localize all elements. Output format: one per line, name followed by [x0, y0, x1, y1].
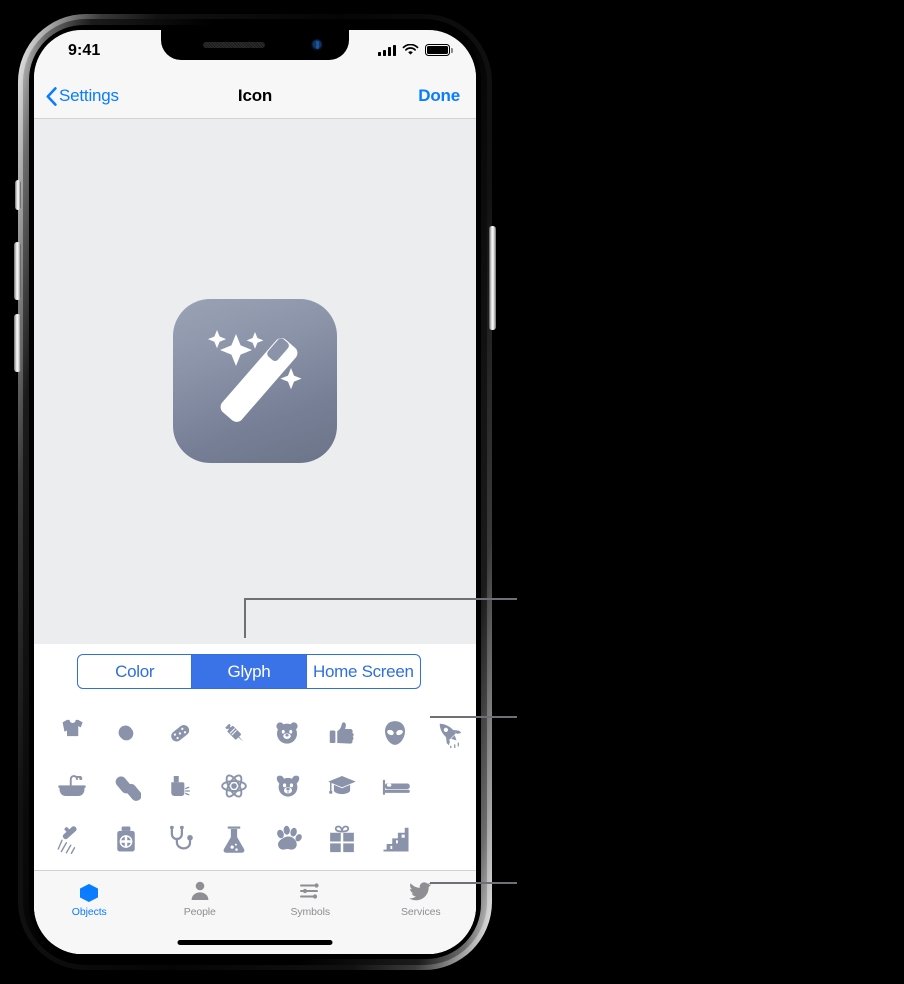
- stethoscope-glyph-shape: [170, 825, 193, 850]
- person-icon: [191, 881, 209, 900]
- bathtub-glyph[interactable]: [45, 759, 99, 812]
- gift-glyph-shape: [330, 825, 354, 852]
- icon-mode-segmented-control[interactable]: Color Glyph Home Screen: [77, 654, 421, 689]
- cube-icon: [80, 884, 99, 902]
- tab-objects[interactable]: Objects: [34, 879, 145, 954]
- capsule-pill-glyph-shape: [118, 725, 134, 740]
- shower-glyph[interactable]: [45, 812, 99, 865]
- thumbs-up-glyph-shape: [330, 721, 354, 744]
- tab-label: Objects: [71, 906, 107, 918]
- stairs-glyph-shape: [383, 827, 409, 851]
- inhaler-glyph[interactable]: [153, 759, 207, 812]
- rocket-glyph[interactable]: [422, 706, 476, 759]
- t-shirt-glyph-shape: [62, 719, 83, 736]
- capsule-pill-glyph[interactable]: [99, 706, 153, 759]
- dog-face-glyph[interactable]: [261, 759, 315, 812]
- atom-glyph-shape: [221, 773, 247, 798]
- wifi-icon: [402, 44, 419, 55]
- segment-option-glyph[interactable]: Glyph: [192, 655, 307, 688]
- glyph-grid: [34, 706, 476, 888]
- sliders-icon: [300, 883, 319, 899]
- segment-option-home-screen[interactable]: Home Screen: [307, 655, 420, 688]
- earpiece-speaker-icon: [203, 42, 265, 48]
- magic-wand-app-icon: [173, 299, 337, 463]
- icon-preview-area: [34, 118, 476, 644]
- volume-down-button[interactable]: [14, 314, 21, 372]
- done-button[interactable]: Done: [418, 74, 460, 118]
- graduation-cap-glyph[interactable]: [315, 759, 369, 812]
- status-bar-time: 9:41: [68, 42, 101, 59]
- segment-option-color[interactable]: Color: [78, 655, 193, 688]
- syringe-glyph[interactable]: [207, 706, 261, 759]
- bear-face-glyph[interactable]: [261, 706, 315, 759]
- battery-full-icon: [425, 44, 453, 56]
- bandage-pills-glyph-shape: [115, 775, 141, 801]
- front-camera-icon: [311, 39, 323, 51]
- paw-print-glyph-shape: [277, 825, 302, 850]
- notch: [161, 30, 349, 60]
- medicine-bottle-glyph[interactable]: [99, 812, 153, 865]
- page-title: Icon: [237, 86, 273, 105]
- rocket-glyph-shape: [439, 723, 462, 748]
- flask-glyph-shape: [223, 826, 245, 853]
- tab-label: People: [183, 906, 216, 918]
- segmented-control-track: Color Glyph Home Screen: [77, 654, 421, 689]
- volume-up-button[interactable]: [14, 242, 21, 300]
- tab-services[interactable]: Services: [366, 879, 477, 954]
- medicine-bottle-glyph-shape: [117, 826, 135, 851]
- bear-face-glyph-shape: [276, 721, 299, 744]
- game-controller-glyph-shape: [170, 724, 189, 741]
- gift-glyph[interactable]: [315, 812, 369, 865]
- thumbs-up-glyph[interactable]: [314, 706, 368, 759]
- tab-label: Symbols: [290, 906, 331, 918]
- glyph-picker-sheet: Color Glyph Home Screen Objects People Symbo…: [34, 644, 476, 954]
- bed-glyph[interactable]: [369, 759, 423, 812]
- syringe-glyph-shape: [224, 723, 243, 742]
- graduation-cap-glyph-shape: [328, 775, 356, 794]
- side-power-button[interactable]: [489, 226, 496, 330]
- alien-glyph[interactable]: [368, 706, 422, 759]
- shower-glyph-shape: [57, 825, 77, 854]
- flask-glyph[interactable]: [207, 812, 261, 865]
- bed-glyph-shape: [382, 779, 410, 795]
- stairs-glyph[interactable]: [369, 812, 423, 865]
- paw-print-glyph[interactable]: [261, 812, 315, 865]
- iphone-device-frame: 9:41 Settings Icon Done Color Glyph Home…: [14, 14, 496, 970]
- stethoscope-glyph[interactable]: [153, 812, 207, 865]
- glyph-row: [34, 812, 476, 865]
- cellular-bars-icon: [378, 44, 396, 56]
- game-controller-glyph[interactable]: [153, 706, 207, 759]
- bandage-pills-glyph[interactable]: [99, 759, 153, 812]
- t-shirt-glyph[interactable]: [45, 706, 99, 759]
- alien-glyph-shape: [385, 720, 406, 745]
- glyph-row: [34, 706, 476, 759]
- phone-screen: 9:41 Settings Icon Done Color Glyph Home…: [34, 30, 476, 954]
- magic-wand-glyph: [207, 330, 302, 422]
- dog-face-glyph-shape: [276, 775, 300, 797]
- glyph-row: [34, 759, 476, 812]
- atom-glyph[interactable]: [207, 759, 261, 812]
- tab-label: Services: [401, 906, 441, 918]
- bathtub-glyph-shape: [58, 774, 86, 796]
- inhaler-glyph-shape: [171, 775, 190, 796]
- status-bar-indicators: [378, 44, 453, 56]
- home-indicator[interactable]: [177, 940, 333, 945]
- bird-icon: [408, 882, 431, 901]
- navigation-bar: Settings Icon Done: [34, 74, 476, 119]
- ringer-switch[interactable]: [15, 180, 21, 210]
